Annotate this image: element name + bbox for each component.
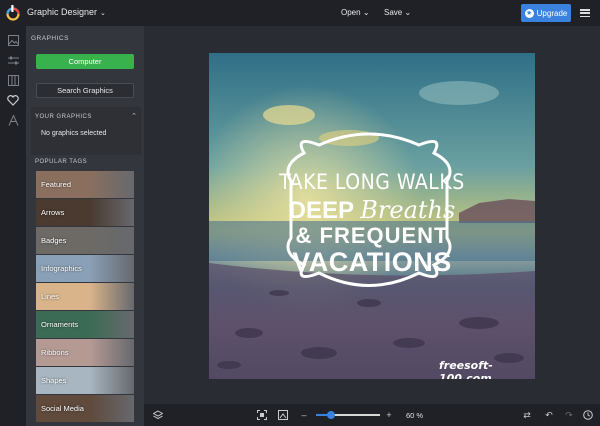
- tag-label: Badges: [41, 236, 67, 245]
- tag-lines[interactable]: Lines: [36, 283, 134, 310]
- top-bar: Graphic Designer ⌄ Open ⌄ Save ⌄ ★ Upgrad…: [0, 0, 600, 26]
- chevron-down-icon: ⌄: [100, 10, 106, 17]
- panel-heading: GRAPHICS: [31, 35, 69, 42]
- popular-tags-heading: POPULAR TAGS: [35, 159, 88, 165]
- chevron-down-icon: ⌄: [404, 8, 412, 17]
- zoom-slider[interactable]: [316, 411, 380, 419]
- image-icon[interactable]: [7, 34, 19, 46]
- tag-label: Arrows: [41, 208, 65, 217]
- your-graphics-heading: YOUR GRAPHICS: [35, 114, 92, 120]
- undo-icon[interactable]: ↶: [544, 410, 554, 420]
- open-menu[interactable]: Open ⌄: [341, 8, 370, 17]
- sliders-icon[interactable]: [7, 54, 19, 66]
- quote-line-2-script: Breaths: [360, 196, 456, 224]
- tag-label: Social Media: [41, 404, 84, 413]
- history-icon[interactable]: [583, 410, 593, 420]
- computer-upload-button[interactable]: Computer: [36, 54, 134, 69]
- app-title-dropdown[interactable]: Graphic Designer ⌄: [27, 7, 106, 17]
- tag-social-media[interactable]: Social Media: [36, 395, 134, 422]
- search-graphics-button[interactable]: Search Graphics: [36, 83, 134, 98]
- columns-icon[interactable]: [7, 74, 19, 86]
- tag-label: Ribbons: [41, 348, 69, 357]
- text-icon[interactable]: [7, 114, 19, 126]
- quote-line-4: VACATIONS: [292, 247, 452, 277]
- tag-infographics[interactable]: Infographics: [36, 255, 134, 282]
- bottom-toolbar: – + 60 % ⇄ ↶ ↷: [144, 404, 600, 426]
- app-logo-icon[interactable]: [6, 5, 20, 21]
- watermark-text: freesoft-100.com: [439, 359, 493, 379]
- upgrade-button[interactable]: ★ Upgrade: [521, 4, 571, 22]
- hamburger-menu-icon[interactable]: [580, 9, 590, 17]
- quote-line-2-bold: DEEP: [288, 197, 354, 224]
- your-graphics-section: YOUR GRAPHICS ⌃ No graphics selected: [31, 107, 141, 155]
- open-menu-label: Open: [341, 8, 361, 17]
- quote-line-2: DEEP Breaths: [209, 196, 535, 225]
- fit-screen-icon[interactable]: [257, 410, 267, 420]
- tag-label: Featured: [41, 180, 72, 189]
- zoom-slider-handle[interactable]: [327, 411, 336, 419]
- chevron-up-icon[interactable]: ⌃: [131, 112, 137, 120]
- zoom-level: 60 %: [406, 411, 424, 420]
- tag-label: Shapes: [41, 376, 67, 385]
- quote-line-1: TAKE LONG WALKS: [279, 170, 465, 194]
- popular-tags-list: Featured Arrows Badges Infographics Line…: [36, 171, 134, 423]
- tag-featured[interactable]: Featured: [36, 171, 134, 198]
- tool-rail: ?: [0, 26, 26, 426]
- chevron-down-icon: ⌄: [362, 8, 370, 17]
- upgrade-label: Upgrade: [536, 8, 568, 18]
- tag-label: Infographics: [41, 264, 82, 273]
- tag-ribbons[interactable]: Ribbons: [36, 339, 134, 366]
- design-artboard[interactable]: TAKE LONG WALKS DEEP Breaths & FREQUENT …: [209, 53, 535, 379]
- graphics-panel: GRAPHICS Computer Search Graphics YOUR G…: [26, 26, 144, 426]
- zoom-in-icon[interactable]: +: [384, 410, 394, 420]
- zoom-out-icon[interactable]: –: [299, 410, 309, 420]
- tag-shapes[interactable]: Shapes: [36, 367, 134, 394]
- image-fit-icon[interactable]: [278, 410, 288, 420]
- tag-arrows[interactable]: Arrows: [36, 199, 134, 226]
- app-title: Graphic Designer: [27, 7, 98, 17]
- flip-icon[interactable]: ⇄: [522, 410, 532, 420]
- quote-text-group[interactable]: TAKE LONG WALKS DEEP Breaths & FREQUENT …: [209, 53, 535, 379]
- quote-line-3: & FREQUENT: [295, 223, 449, 248]
- tag-label: Ornaments: [41, 320, 79, 329]
- layers-icon[interactable]: [153, 410, 163, 420]
- redo-icon[interactable]: ↷: [564, 410, 574, 420]
- tag-ornaments[interactable]: Ornaments: [36, 311, 134, 338]
- heart-icon[interactable]: [7, 94, 19, 106]
- tag-badges[interactable]: Badges: [36, 227, 134, 254]
- tag-label: Lines: [41, 292, 59, 301]
- your-graphics-empty-text: No graphics selected: [41, 130, 107, 137]
- save-menu[interactable]: Save ⌄: [384, 8, 411, 17]
- save-menu-label: Save: [384, 8, 403, 17]
- star-icon: ★: [524, 8, 534, 18]
